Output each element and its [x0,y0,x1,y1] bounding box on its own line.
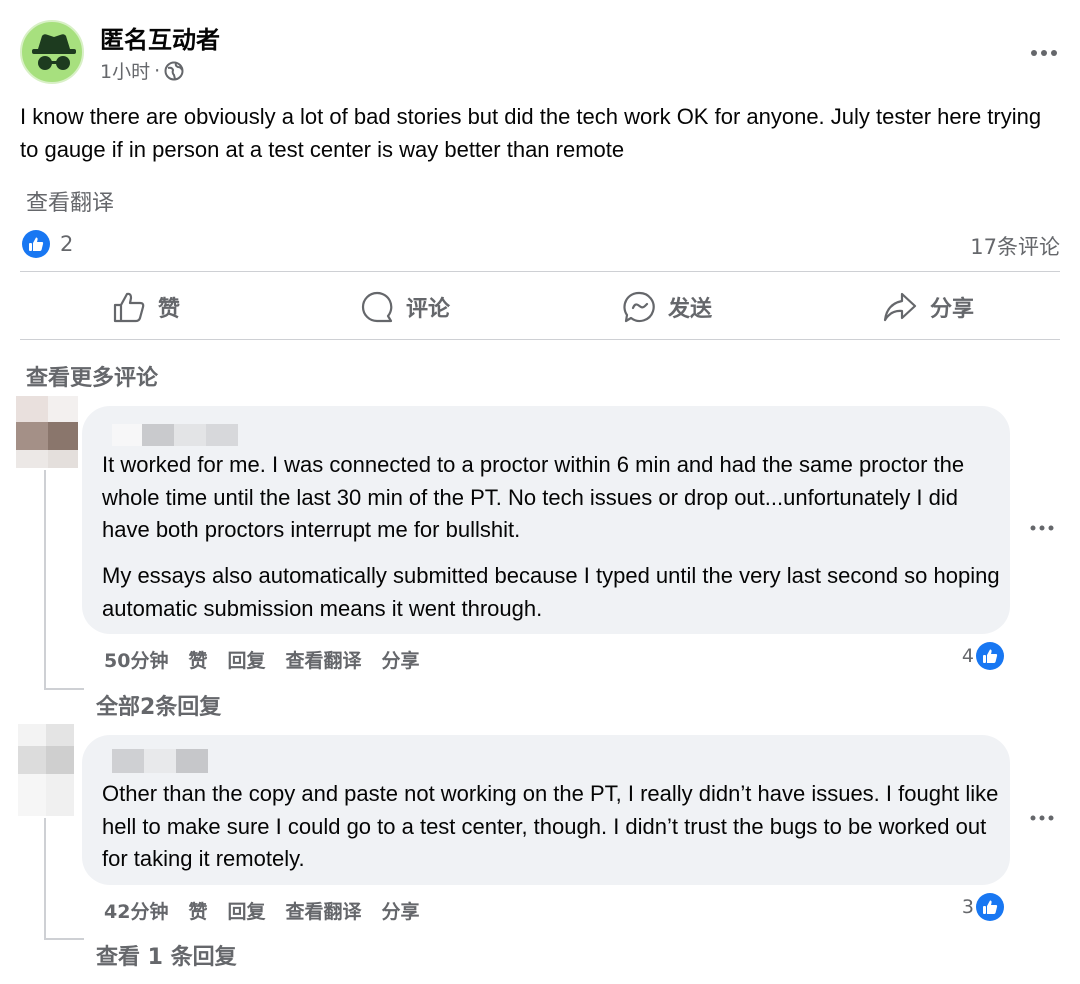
post-text: I know there are obviously a lot of bad … [20,104,1042,162]
commenter-name[interactable] [112,424,242,446]
thread-line [44,938,84,940]
comment-text: Other than the copy and paste not workin… [102,781,999,871]
reaction-count: 2 [60,232,74,256]
post-meta: 1小时 · [100,57,184,84]
comment-avatar[interactable] [16,396,78,468]
author-avatar[interactable] [20,20,84,84]
comment-text: It worked for me. I was connected to a p… [102,452,965,542]
comment-more-options-button[interactable] [1030,802,1054,827]
comment-time[interactable]: 42分钟 [104,897,168,924]
post-more-options-button[interactable] [1030,34,1058,64]
comment-actions: 42分钟 赞 回复 查看翻译 分享 [104,897,420,924]
comment-like-button[interactable]: 赞 [188,897,207,924]
meta-separator: · [154,59,161,82]
thread-line [44,818,46,940]
like-button-label: 赞 [158,297,181,322]
comment-reactions[interactable]: 4 [962,642,1004,670]
view-more-comments-link[interactable]: 查看更多评论 [26,360,158,392]
comment-translate-button[interactable]: 查看翻译 [285,646,361,673]
view-replies-link[interactable]: 全部2条回复 [96,689,221,721]
thread-line [44,688,84,690]
comment-share-button[interactable]: 分享 [382,897,420,924]
comment-count-link[interactable]: 17条评论 [970,231,1060,261]
comment-bubble: It worked for me. I was connected to a p… [82,406,1010,634]
more-icon [1030,525,1054,531]
divider [20,339,1060,340]
comment-like-button[interactable]: 赞 [188,646,207,673]
comment-bubble: Other than the copy and paste not workin… [82,735,1010,885]
like-badge-icon [976,642,1004,670]
thread-line [44,470,46,690]
more-icon [1030,815,1054,821]
comment-actions: 50分钟 赞 回复 查看翻译 分享 [104,646,420,673]
share-button[interactable]: 分享 [882,286,974,328]
divider [20,271,1060,272]
comment-text: My essays also automatically submitted b… [102,563,1000,621]
send-button-label: 发送 [668,297,713,322]
like-icon [983,649,998,663]
like-badge-icon [976,893,1004,921]
messenger-icon [623,291,655,323]
comment-like-count: 4 [961,645,974,667]
comment-more-options-button[interactable] [1030,512,1054,537]
like-icon [983,900,998,914]
like-badge-icon [22,230,50,258]
comment-reactions[interactable]: 3 [962,893,1004,921]
reaction-summary[interactable]: 2 [22,230,73,258]
post-time[interactable]: 1小时 [100,57,150,84]
comment-button-label: 评论 [406,297,451,322]
send-button[interactable]: 发送 [622,286,712,328]
comment-share-button[interactable]: 分享 [382,646,420,673]
comment-icon [361,291,393,323]
commenter-name[interactable] [112,749,208,773]
see-translation-link[interactable]: 查看翻译 [26,185,114,217]
comment-reply-button[interactable]: 回复 [227,897,265,924]
comment-like-count: 3 [961,896,974,918]
comment-translate-button[interactable]: 查看翻译 [285,897,361,924]
thumbs-up-icon [113,292,145,323]
incognito-icon [32,34,76,70]
like-icon [29,237,44,251]
globe-icon [164,61,184,80]
comment-avatar[interactable] [18,724,74,816]
share-button-label: 分享 [930,297,975,322]
view-replies-link[interactable]: 查看 1 条回复 [96,939,237,971]
comment-button[interactable]: 评论 [360,286,450,328]
more-icon [1031,50,1057,56]
comment-time[interactable]: 50分钟 [104,646,168,673]
like-button[interactable]: 赞 [112,286,180,328]
share-icon [883,292,917,322]
post-author-name[interactable]: 匿名互动者 [100,20,220,55]
comment-reply-button[interactable]: 回复 [227,646,265,673]
